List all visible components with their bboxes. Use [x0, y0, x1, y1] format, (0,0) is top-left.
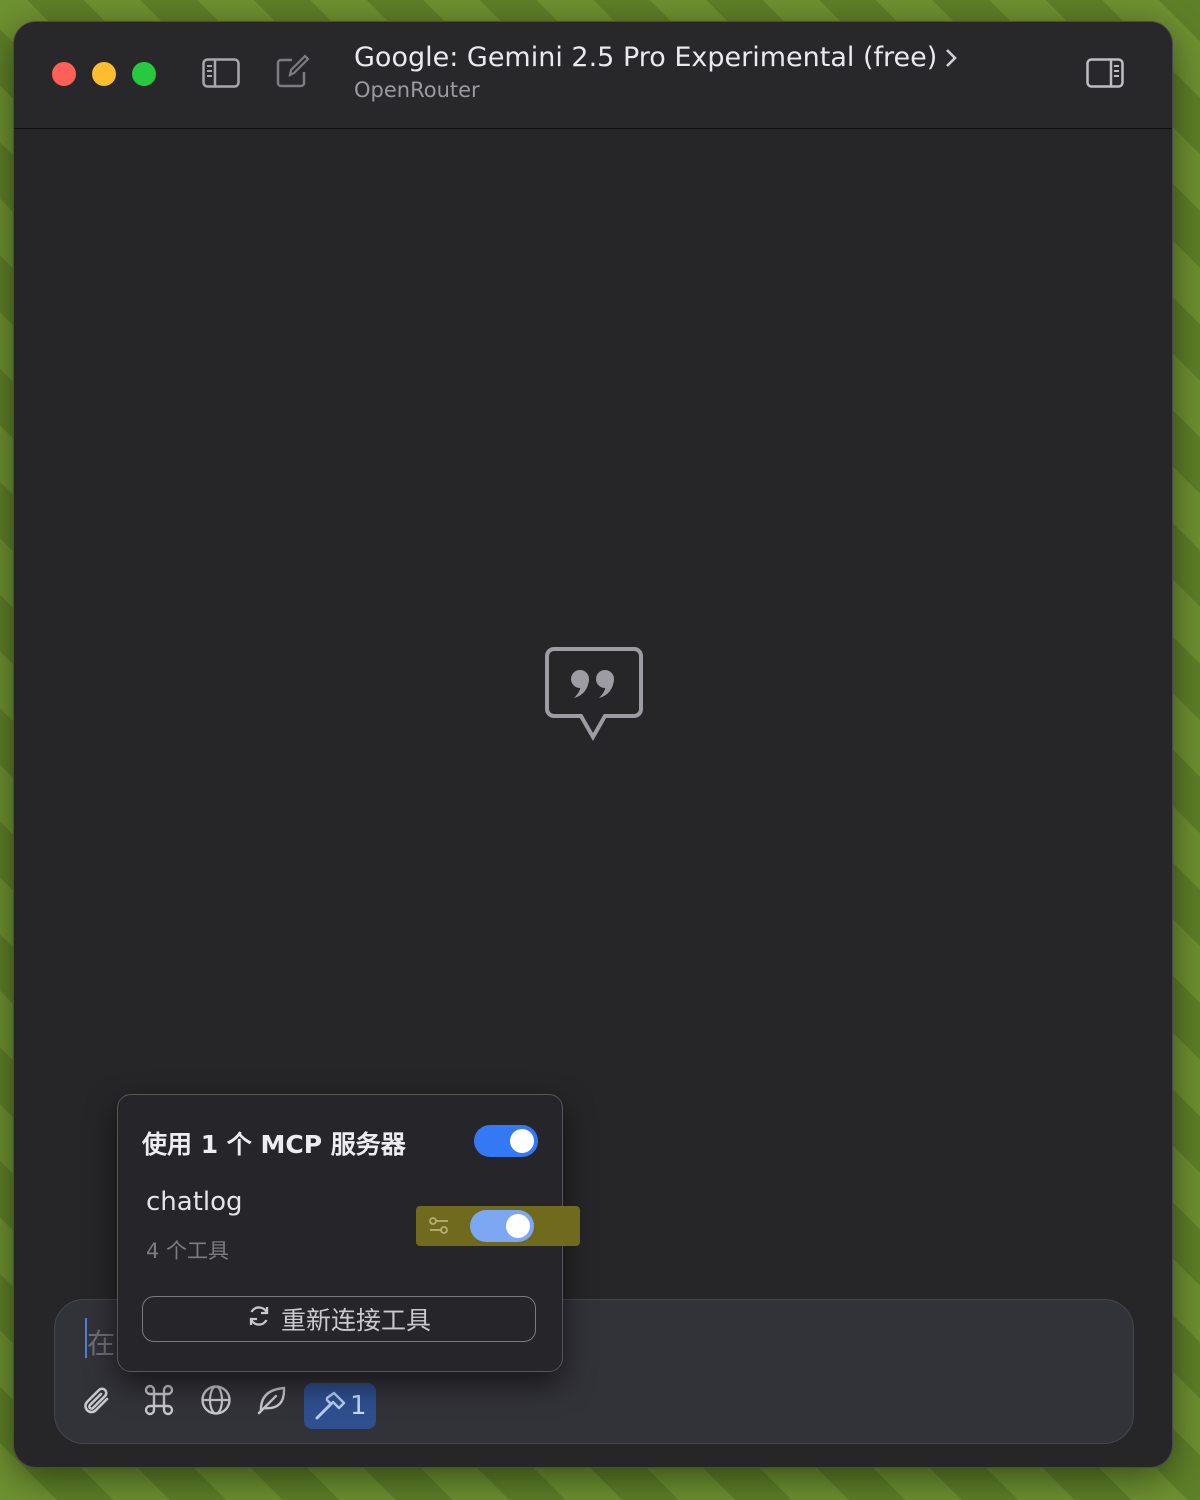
sidebar-toggle-icon[interactable]	[202, 58, 240, 92]
sliders-icon[interactable]	[428, 1216, 450, 1240]
mcp-servers-popover: 使用 1 个 MCP 服务器 chatlog 4 个工具 重新连接工具	[117, 1094, 580, 1372]
server-tool-count: 4 个工具	[146, 1239, 230, 1263]
server-toggle[interactable]	[470, 1210, 534, 1242]
mcp-master-toggle[interactable]	[474, 1125, 538, 1157]
title-bar: Google: Gemini 2.5 Pro Experimental (fre…	[14, 22, 1172, 129]
new-chat-icon[interactable]	[276, 54, 310, 92]
minimize-window-button[interactable]	[92, 62, 116, 86]
paperclip-icon[interactable]	[83, 1384, 113, 1422]
server-controls-highlight	[416, 1206, 580, 1246]
provider-name: OpenRouter	[354, 78, 480, 102]
mcp-popover-title: 使用 1 个 MCP 服务器	[142, 1130, 406, 1159]
globe-icon[interactable]	[200, 1384, 232, 1420]
active-tools-count: 1	[350, 1391, 367, 1421]
refresh-icon	[247, 1304, 271, 1334]
command-icon[interactable]	[143, 1384, 175, 1420]
reconnect-label: 重新连接工具	[280, 1306, 431, 1335]
hammer-icon	[314, 1390, 346, 1426]
zoom-window-button[interactable]	[132, 62, 156, 86]
app-window: Google: Gemini 2.5 Pro Experimental (fre…	[14, 22, 1172, 1467]
leaf-icon[interactable]	[256, 1384, 288, 1420]
quote-bubble-icon	[544, 646, 644, 746]
chevron-right-icon[interactable]	[942, 46, 960, 74]
mcp-tools-button[interactable]: 1	[304, 1383, 376, 1429]
model-title[interactable]: Google: Gemini 2.5 Pro Experimental (fre…	[354, 42, 937, 73]
message-input[interactable]: 在	[87, 1322, 115, 1362]
inspector-toggle-icon[interactable]	[1086, 58, 1124, 92]
server-name: chatlog	[146, 1187, 243, 1217]
close-window-button[interactable]	[52, 62, 76, 86]
reconnect-tools-button[interactable]: 重新连接工具	[142, 1296, 536, 1342]
